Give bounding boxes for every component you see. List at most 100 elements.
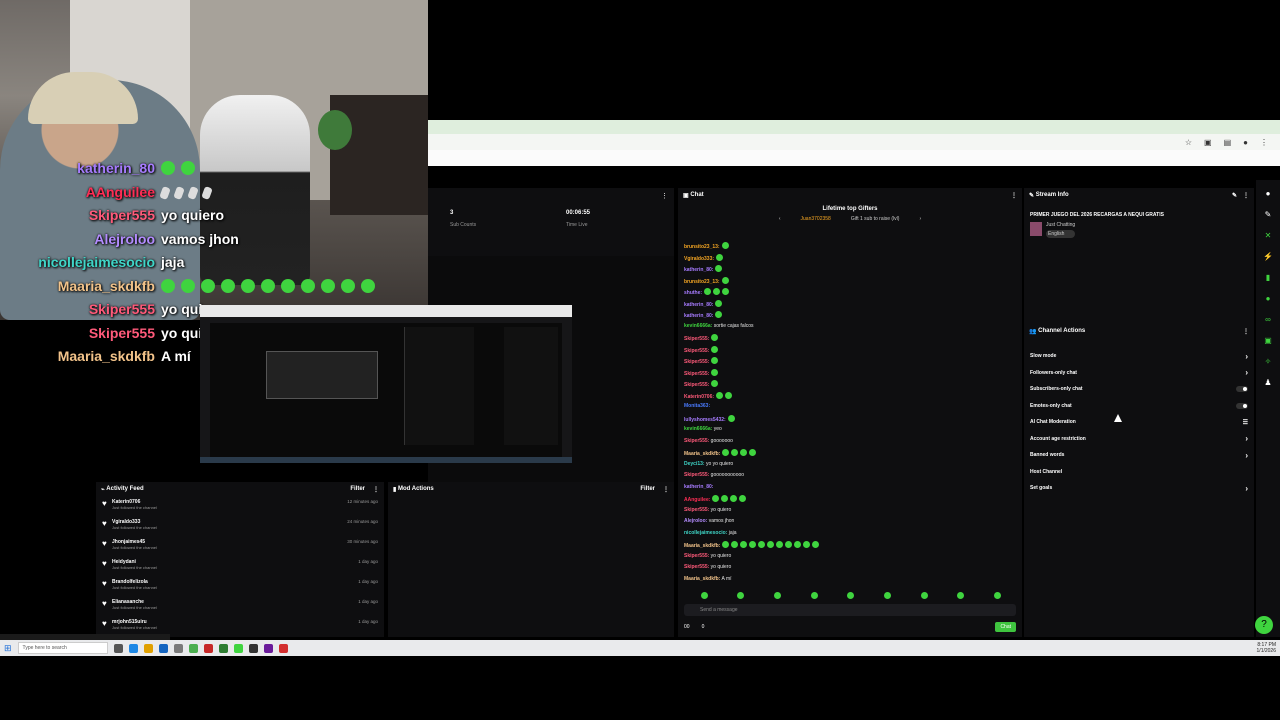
extensions-icon[interactable]: ▣ (1204, 138, 1212, 147)
chat-message[interactable]: AAnguilee: (684, 495, 1014, 507)
gift-counter[interactable]: 0 (702, 624, 705, 630)
chat-input[interactable]: Send a message (684, 604, 1016, 616)
chat-message[interactable]: Monita363: (684, 403, 1014, 415)
app-icon[interactable] (203, 643, 213, 653)
activity-item[interactable]: ♥ Heidydani Just followed the channel 1 day… (96, 556, 384, 576)
menu-icon[interactable]: ⋮ (1260, 138, 1268, 147)
chat-message[interactable]: nicollejaimesocio: jaja (684, 530, 1014, 542)
edit-icon[interactable]: ✎ (1232, 192, 1237, 199)
chat-message[interactable]: Maaria_skdkfb: (684, 541, 1014, 553)
chat-username[interactable]: lullyshomes5432: (684, 417, 726, 423)
chat-message[interactable]: Skiper555: (684, 357, 1014, 369)
activity-filter-button[interactable]: Filter (350, 486, 365, 492)
save-icon[interactable]: ▣ (1261, 334, 1275, 348)
chat-username[interactable]: Skiper555: (684, 472, 709, 478)
chat-message[interactable]: lullyshomes5432: (684, 414, 1014, 427)
chat-username[interactable]: Skiper555: (684, 438, 709, 444)
emote-icon[interactable] (957, 592, 965, 599)
chat-message[interactable]: brunsito23_13: (684, 276, 1014, 289)
chat-username[interactable]: Skiper555: (684, 336, 709, 342)
stream-info-menu-icon[interactable]: ⋮ (1243, 192, 1249, 199)
chat-username[interactable]: Maaria_skdkfb: (684, 451, 720, 457)
chat-username[interactable]: shuthe: (684, 290, 702, 296)
emote-icon[interactable] (737, 592, 745, 599)
obs-icon[interactable] (248, 643, 258, 653)
chat-username[interactable]: Skiper555: (684, 553, 709, 559)
activity-item[interactable]: ♥ Katerin0706 Just followed the channel 12 … (96, 496, 384, 516)
chat-message[interactable]: Skiper555: (684, 334, 1014, 346)
chat-username[interactable]: nicollejaimesocio: (684, 530, 727, 536)
channel-action-row[interactable]: Subscribers-only chat (1024, 381, 1254, 398)
channel-action-row[interactable]: Banned words › (1024, 447, 1254, 464)
chat-menu-icon[interactable]: ⋮ (1011, 192, 1017, 199)
chat-message[interactable]: katherin_80: (684, 265, 1014, 277)
chat-username[interactable]: Vgiraldo333: (684, 256, 714, 262)
chat-username[interactable]: Skiper555: (684, 564, 709, 570)
chat-username[interactable]: katherin_80: (684, 484, 713, 490)
chat-username[interactable]: Maaria_skdkfb: (684, 543, 720, 549)
chat-username[interactable]: katherin_80: (684, 267, 713, 273)
chat-username[interactable]: Skiper555: (684, 359, 709, 365)
chat-username[interactable]: Skiper555: (684, 348, 709, 354)
profile-icon[interactable]: ● (1243, 138, 1248, 147)
chat-username[interactable]: Skiper555: (684, 371, 709, 377)
channel-action-row[interactable]: Emotes-only chat (1024, 398, 1254, 415)
chat-username[interactable]: Skiper555: (684, 507, 709, 513)
chrome-icon[interactable] (188, 643, 198, 653)
wrench-icon[interactable]: ✧ (1261, 355, 1275, 369)
app-icon-2[interactable] (263, 643, 273, 653)
chat-username[interactable]: Deyci13: (684, 461, 705, 467)
taskbar-search[interactable]: Type here to search (17, 642, 108, 654)
mod-actions-menu-icon[interactable]: ⋮ (663, 486, 669, 493)
file-explorer-icon[interactable] (143, 643, 153, 653)
chat-message[interactable]: kevin6666a: yeo (684, 426, 1014, 438)
activity-item[interactable]: ♥ Brandolfelizola Just followed the channe… (96, 576, 384, 596)
taskbar-clock[interactable]: 8:17 PM 1/1/2026 (1257, 642, 1276, 654)
points-counter[interactable]: 00 (684, 624, 690, 630)
chevron-right-icon[interactable]: › (1245, 451, 1248, 460)
chat-message[interactable]: brunsito23_13: (684, 242, 1014, 254)
chat-message[interactable]: shuthe: (684, 288, 1014, 300)
channel-actions-menu-icon[interactable]: ⋮ (1243, 328, 1249, 335)
chat-bubble-icon[interactable]: ● (1261, 292, 1275, 306)
card-icon[interactable]: ▮ (1261, 271, 1275, 285)
chat-username[interactable]: kevin6666a: (684, 323, 712, 329)
sidebar-icon[interactable]: ▤ (1224, 138, 1232, 147)
store-icon[interactable] (158, 643, 168, 653)
kick-icon[interactable] (233, 643, 243, 653)
excel-icon[interactable] (218, 643, 228, 653)
chat-message[interactable]: Alejroloo: vamos jhon (684, 518, 1014, 530)
channel-action-row[interactable]: Host Channel (1024, 464, 1254, 481)
chat-message[interactable]: katherin_80: (684, 299, 1014, 312)
pen-icon[interactable]: ✎ (1261, 208, 1275, 222)
chat-message[interactable]: Skiper555: yo quiero (684, 507, 1014, 519)
chat-username[interactable]: katherin_80: (684, 302, 713, 308)
settings-sliders-icon[interactable]: ☰ (1243, 419, 1248, 426)
gifters-prev-icon[interactable]: ‹ (779, 216, 781, 222)
chat-message[interactable]: Skiper555: (684, 380, 1014, 392)
chat-message[interactable]: katherin_80: (684, 484, 1014, 496)
activity-item[interactable]: ♥ Vgiraldo333 Just followed the channel 24 … (96, 516, 384, 536)
bolt-icon[interactable]: ⚡ (1261, 250, 1275, 264)
chat-username[interactable]: Monita363: (684, 403, 710, 409)
star-icon[interactable]: ☆ (1185, 138, 1192, 147)
chat-message[interactable]: Maaria_skdkfb: (684, 449, 1014, 461)
chat-username[interactable]: Skiper555: (684, 382, 709, 388)
chevron-right-icon[interactable]: › (1245, 434, 1248, 443)
windows-start-icon[interactable]: ⊞ (4, 643, 12, 654)
channel-action-row[interactable]: Set goals › (1024, 480, 1254, 497)
channel-action-row[interactable]: Slow mode › (1024, 348, 1254, 365)
app-icon-3[interactable] (278, 643, 288, 653)
chat-message[interactable]: Skiper555: gooooooo (684, 438, 1014, 450)
chevron-right-icon[interactable]: › (1245, 368, 1248, 377)
channel-action-row[interactable]: Account age restriction › (1024, 431, 1254, 448)
emote-icon[interactable] (700, 592, 708, 599)
activity-menu-icon[interactable]: ⋮ (373, 486, 379, 493)
chat-message[interactable]: kevin6666a: sortie cajas falcos (684, 323, 1014, 335)
emote-icon[interactable] (774, 592, 782, 599)
chat-message[interactable]: Deyci13: yo yo quiero (684, 461, 1014, 473)
chat-message[interactable]: Skiper555: yo quiero (684, 564, 1014, 576)
stats-menu-icon[interactable]: ⋮ (661, 192, 668, 200)
chat-username[interactable]: brunsito23_13: (684, 244, 720, 250)
mail-icon[interactable] (173, 643, 183, 653)
